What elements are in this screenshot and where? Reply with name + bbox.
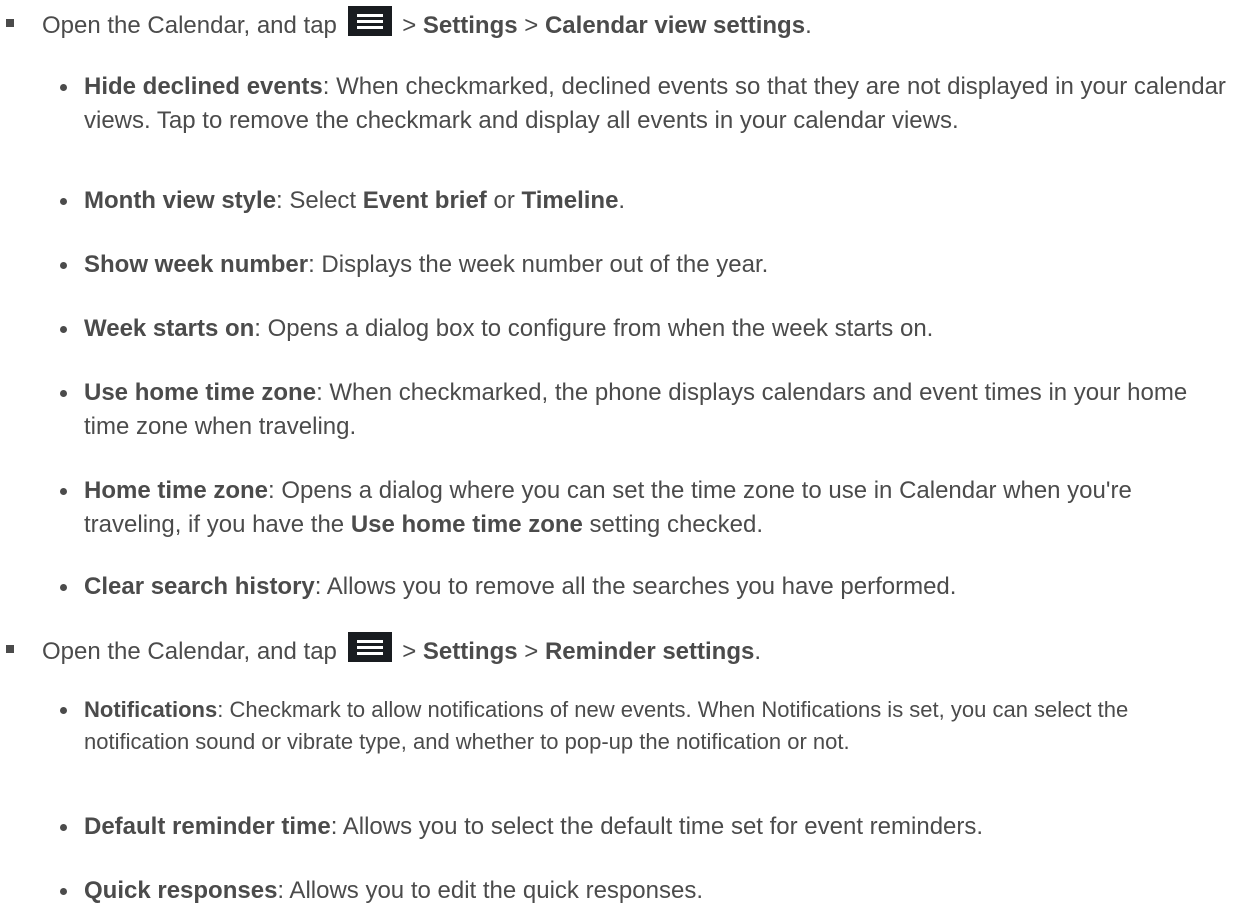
list-item-default-reminder-time: Default reminder time: Allows you to sel… [60,810,1234,844]
round-bullet-icon [60,198,67,205]
round-bullet-icon [60,584,67,591]
step-open-reminder-settings: Open the Calendar, and tap > Settings > … [6,632,1232,669]
step-open-calendar-view-settings: Open the Calendar, and tap > Settings > … [6,6,1232,43]
list-item-month-view-style: Month view style: Select Event brief or … [60,184,1234,218]
list-item-clear-search-history: Clear search history: Allows you to remo… [60,570,1234,604]
round-bullet-icon [60,488,67,495]
round-bullet-icon [60,390,67,397]
list-item-home-time-zone: Home time zone: Opens a dialog where you… [60,474,1234,542]
step-text: Open the Calendar, and tap > Settings > … [42,6,1232,43]
menu-icon [347,6,392,36]
round-bullet-icon [60,888,67,895]
round-bullet-icon [60,84,67,91]
round-bullet-icon [60,262,67,269]
step-text: Open the Calendar, and tap > Settings > … [42,632,1232,669]
menu-icon [347,632,392,662]
list-item-notifications: Notifications: Checkmark to allow notifi… [60,694,1234,758]
list-item-show-week-number: Show week number: Displays the week numb… [60,248,1234,282]
round-bullet-icon [60,326,67,333]
round-bullet-icon [60,707,67,714]
list-item-use-home-time-zone: Use home time zone: When checkmarked, th… [60,376,1234,444]
round-bullet-icon [60,824,67,831]
square-bullet-icon [6,645,14,653]
square-bullet-icon [6,19,14,27]
list-item-week-starts-on: Week starts on: Opens a dialog box to co… [60,312,1234,346]
list-item-hide-declined-events: Hide declined events: When checkmarked, … [60,70,1234,138]
list-item-quick-responses: Quick responses: Allows you to edit the … [60,874,1234,908]
